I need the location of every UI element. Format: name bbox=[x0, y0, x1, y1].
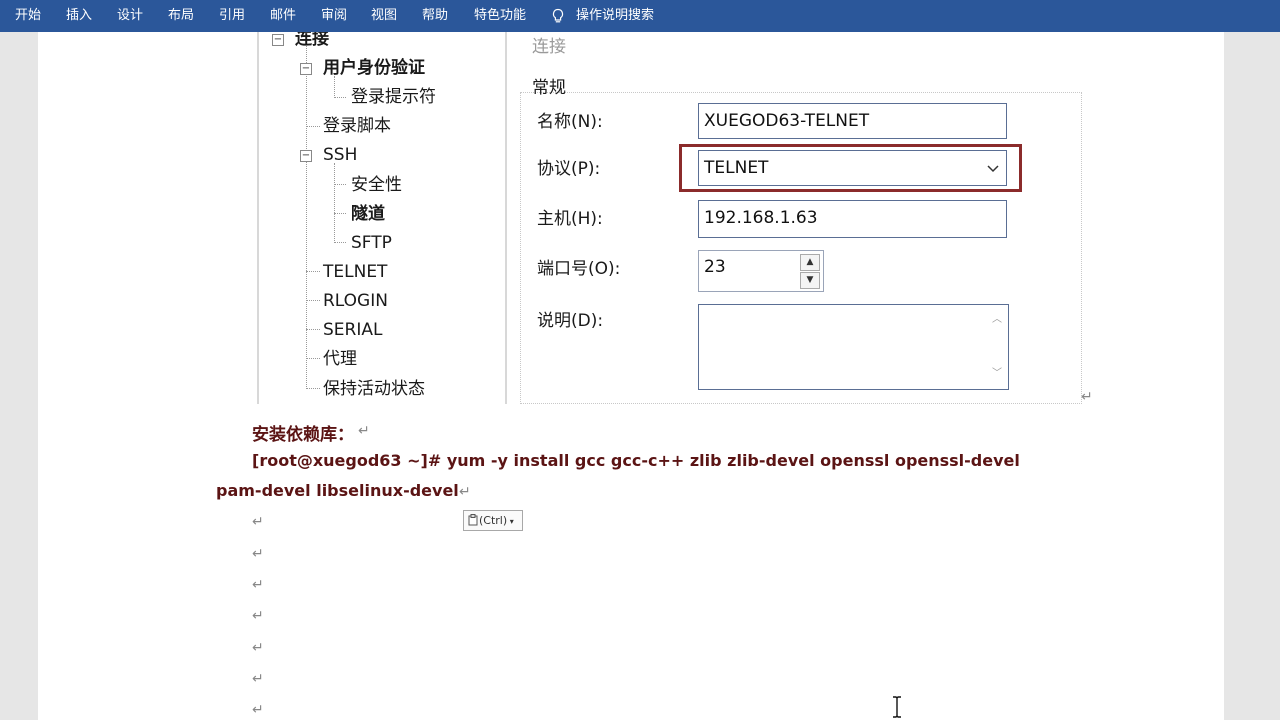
tree-guide-line bbox=[334, 213, 346, 214]
paste-options-button[interactable]: (Ctrl) ▾ bbox=[463, 510, 523, 531]
tree-item-ssh[interactable]: SSH bbox=[323, 144, 357, 166]
tree-collapse-toggle[interactable]: − bbox=[300, 63, 312, 75]
paragraph-mark: ↵ bbox=[459, 484, 471, 500]
tree-item-tunneling[interactable]: 隧道 bbox=[351, 203, 385, 225]
tree-item-authentication[interactable]: 用户身份验证 bbox=[323, 57, 425, 79]
protocol-label: 协议(P): bbox=[537, 159, 601, 179]
description-textarea[interactable]: ︿ ﹀ bbox=[698, 304, 1009, 390]
doc-command-line[interactable]: [root@xuegod63 ~]# yum -y install gcc gc… bbox=[252, 451, 1020, 470]
paragraph-mark: ↵ bbox=[252, 702, 264, 718]
port-label: 端口号(O): bbox=[537, 259, 621, 279]
tree-left-border bbox=[257, 32, 259, 404]
paragraph-mark: ↵ bbox=[252, 671, 264, 687]
spin-up-icon[interactable]: ▲ bbox=[800, 254, 820, 271]
tree-collapse-toggle[interactable]: − bbox=[272, 34, 284, 46]
tab-features[interactable]: 特色功能 bbox=[474, 0, 526, 32]
lightbulb-icon bbox=[552, 8, 564, 23]
paragraph-mark: ↵ bbox=[252, 640, 264, 656]
text-cursor-icon bbox=[893, 696, 901, 718]
tree-item-keep-alive[interactable]: 保持活动状态 bbox=[323, 378, 425, 400]
right-gutter bbox=[1224, 32, 1280, 720]
left-gutter bbox=[0, 32, 38, 720]
pane-divider bbox=[505, 32, 507, 404]
protocol-select[interactable]: TELNET bbox=[698, 150, 1007, 186]
tree-item-proxy[interactable]: 代理 bbox=[323, 348, 357, 370]
paragraph-mark: ↵ bbox=[252, 546, 264, 562]
tree-guide-line bbox=[306, 300, 320, 301]
panel-title: 连接 bbox=[532, 37, 566, 57]
tree-item-serial[interactable]: SERIAL bbox=[323, 319, 382, 341]
tree-guide-line bbox=[306, 271, 320, 272]
doc-command-line[interactable]: pam-devel libselinux-devel bbox=[216, 481, 459, 500]
protocol-value: TELNET bbox=[704, 158, 769, 178]
host-input[interactable]: 192.168.1.63 bbox=[698, 200, 1007, 238]
tree-guide-line bbox=[334, 76, 335, 98]
description-label: 说明(D): bbox=[537, 311, 604, 331]
name-label: 名称(N): bbox=[537, 112, 603, 132]
tree-guide-line bbox=[306, 388, 320, 389]
group-title: 常规 bbox=[532, 78, 566, 98]
tree-item-login-scripts[interactable]: 登录脚本 bbox=[323, 115, 391, 137]
tree-item-sftp[interactable]: SFTP bbox=[351, 232, 392, 254]
tab-home[interactable]: 开始 bbox=[15, 0, 41, 32]
embedded-dialog-screenshot[interactable]: − − − 连接 用户身份验证 登录提示符 登录脚本 SSH 安全性 隧道 SF… bbox=[215, 32, 1083, 404]
port-value: 23 bbox=[704, 257, 726, 277]
paragraph-mark: ↵ bbox=[252, 514, 264, 530]
name-input[interactable]: XUEGOD63-TELNET bbox=[698, 103, 1007, 139]
paragraph-mark: ↵ bbox=[252, 608, 264, 624]
tab-view[interactable]: 视图 bbox=[371, 0, 397, 32]
tree-guide-line bbox=[334, 184, 346, 185]
host-label: 主机(H): bbox=[537, 209, 603, 229]
port-stepper[interactable]: 23 ▲ ▼ bbox=[698, 250, 824, 292]
tree-item-login-prompts[interactable]: 登录提示符 bbox=[351, 86, 436, 108]
tree-guide-line bbox=[334, 242, 346, 243]
tree-guide-line bbox=[306, 358, 320, 359]
paste-options-label: (Ctrl) bbox=[479, 514, 508, 527]
tree-item-rlogin[interactable]: RLOGIN bbox=[323, 290, 388, 312]
tree-item-security[interactable]: 安全性 bbox=[351, 174, 402, 196]
ribbon-tab-bar: 开始 插入 设计 布局 引用 邮件 审阅 视图 帮助 特色功能 操作说明搜索 bbox=[0, 0, 1280, 32]
tree-item-telnet[interactable]: TELNET bbox=[323, 261, 387, 283]
tree-item-connection[interactable]: 连接 bbox=[295, 32, 329, 50]
paragraph-mark: ↵ bbox=[358, 423, 370, 439]
tree-guide-line bbox=[306, 329, 320, 330]
tree-guide-line bbox=[334, 163, 335, 243]
tree-guide-line bbox=[334, 97, 346, 98]
paragraph-mark: ↵ bbox=[252, 577, 264, 593]
tell-me-search[interactable]: 操作说明搜索 bbox=[576, 0, 654, 32]
scroll-down-icon[interactable]: ﹀ bbox=[992, 369, 1002, 379]
tree-guide-line bbox=[306, 126, 320, 127]
spin-down-icon[interactable]: ▼ bbox=[800, 272, 820, 289]
tab-insert[interactable]: 插入 bbox=[66, 0, 92, 32]
tab-design[interactable]: 设计 bbox=[117, 0, 143, 32]
tree-collapse-toggle[interactable]: − bbox=[300, 150, 312, 162]
paragraph-mark: ↵ bbox=[1081, 389, 1093, 405]
chevron-down-icon bbox=[987, 165, 999, 173]
clipboard-icon bbox=[468, 514, 478, 526]
tree-guide-line bbox=[306, 44, 307, 389]
tab-help[interactable]: 帮助 bbox=[422, 0, 448, 32]
tab-references[interactable]: 引用 bbox=[219, 0, 245, 32]
tab-review[interactable]: 审阅 bbox=[321, 0, 347, 32]
doc-heading[interactable]: 安装依赖库： bbox=[252, 420, 354, 445]
tab-mailings[interactable]: 邮件 bbox=[270, 0, 296, 32]
scroll-up-icon[interactable]: ︿ bbox=[992, 315, 1002, 325]
tab-layout[interactable]: 布局 bbox=[168, 0, 194, 32]
